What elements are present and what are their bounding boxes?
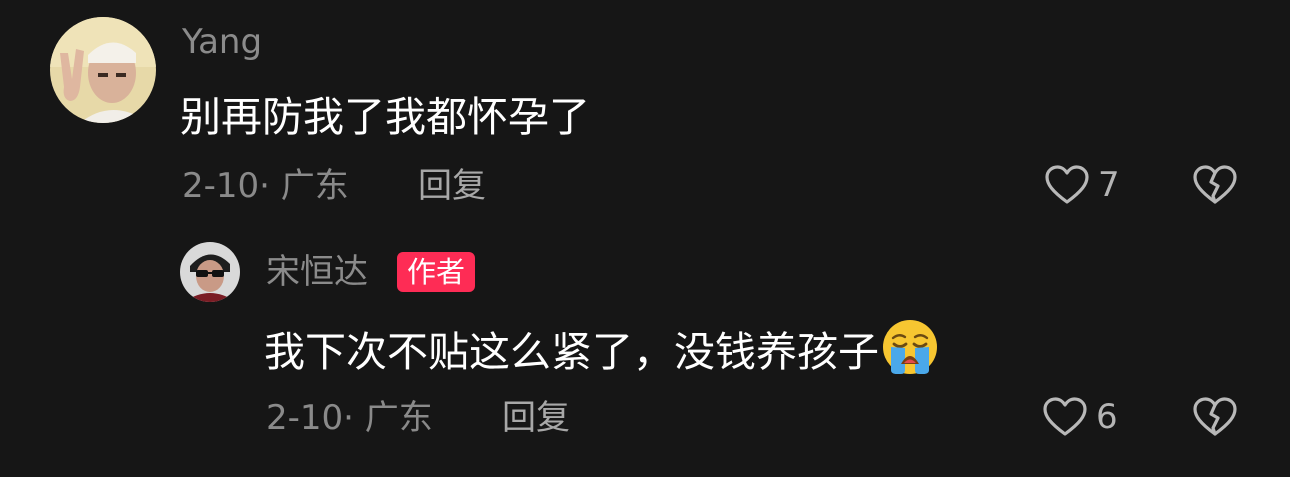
dislike-button[interactable] bbox=[1192, 164, 1238, 206]
broken-heart-icon bbox=[1192, 164, 1238, 206]
avatar-image bbox=[180, 242, 240, 302]
dislike-button[interactable] bbox=[1192, 396, 1238, 438]
comment-text: 别再防我了我都怀孕了 bbox=[180, 93, 590, 141]
author-badge: 作者 bbox=[397, 252, 476, 292]
reply-button[interactable]: 回复 bbox=[502, 398, 570, 438]
like-count: 6 bbox=[1096, 397, 1118, 437]
loudly-crying-face-icon bbox=[881, 318, 939, 376]
heart-outline-icon bbox=[1044, 164, 1090, 206]
like-button[interactable]: 6 bbox=[1042, 396, 1118, 438]
avatar-image bbox=[50, 17, 156, 123]
comment-date-location: 2-10· 广东 bbox=[182, 166, 349, 206]
reply-text: 我下次不贴这么紧了，没钱养孩子 bbox=[264, 318, 939, 377]
like-button[interactable]: 7 bbox=[1044, 164, 1120, 206]
username[interactable]: Yang bbox=[182, 22, 262, 62]
reply-text-content: 我下次不贴这么紧了，没钱养孩子 bbox=[264, 328, 879, 376]
avatar[interactable] bbox=[180, 242, 240, 302]
reply-button[interactable]: 回复 bbox=[418, 166, 486, 206]
reply-date-location: 2-10· 广东 bbox=[266, 398, 433, 438]
username[interactable]: 宋恒达 bbox=[266, 252, 368, 292]
heart-outline-icon bbox=[1042, 396, 1088, 438]
broken-heart-icon bbox=[1192, 396, 1238, 438]
avatar[interactable] bbox=[50, 17, 156, 123]
like-count: 7 bbox=[1098, 165, 1120, 205]
